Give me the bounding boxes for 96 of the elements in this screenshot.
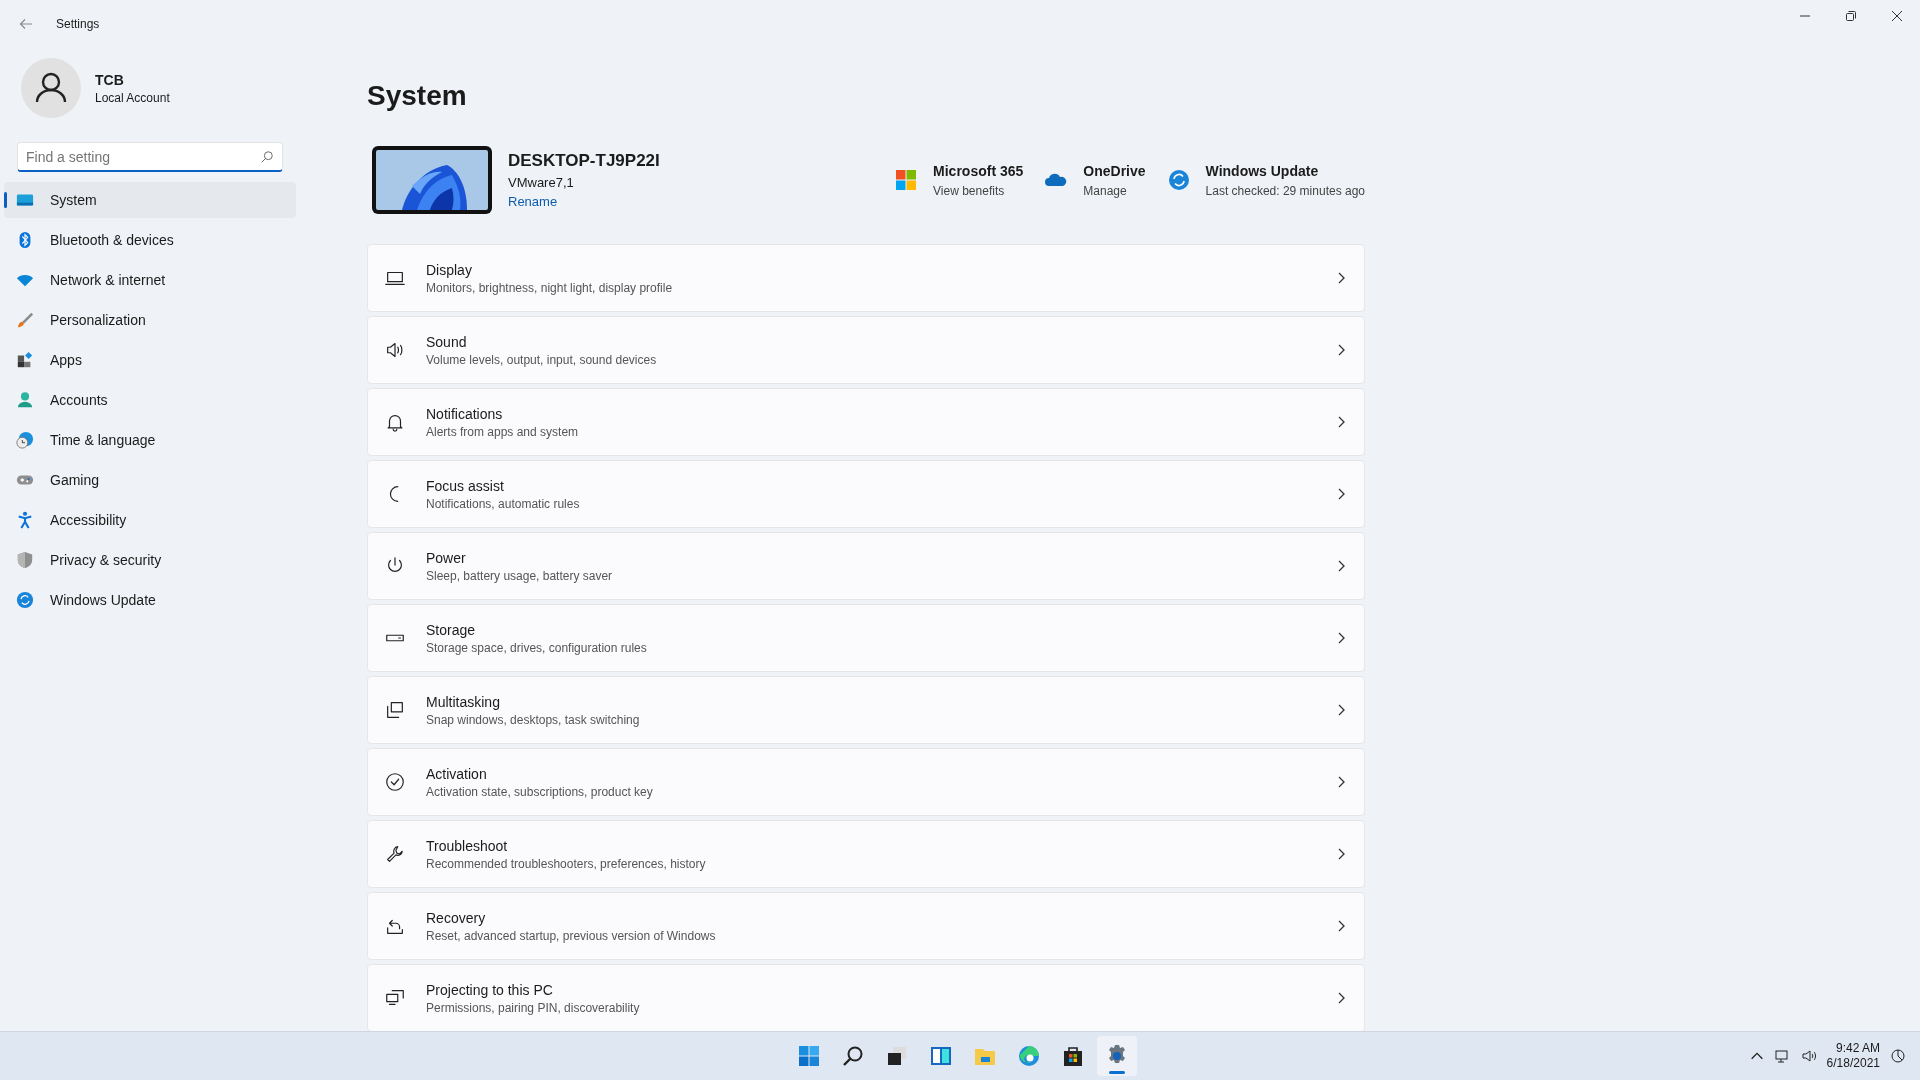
quick-link-subtitle: View benefits — [933, 183, 1006, 198]
notification-icon[interactable] — [1890, 1048, 1906, 1064]
task-view-icon — [885, 1044, 909, 1068]
settings-card[interactable]: Notifications Alerts from apps and system — [367, 388, 1365, 456]
setting-icon — [384, 843, 406, 865]
chevron-right-icon — [1336, 343, 1346, 357]
network-icon[interactable] — [1774, 1048, 1791, 1064]
sidebar-item[interactable]: Personalization — [4, 302, 296, 338]
settings-card[interactable]: Sound Volume levels, output, input, sound devices — [367, 316, 1365, 384]
setting-icon — [384, 699, 406, 721]
chevron-right-icon — [1336, 415, 1346, 429]
setting-title: Recovery — [426, 909, 487, 926]
setting-title: Storage — [426, 621, 477, 638]
chevron-right-icon — [1336, 703, 1346, 717]
settings-card[interactable]: Troubleshoot Recommended troubleshooters, preferences, history — [367, 820, 1365, 888]
chevron-right-icon — [1336, 271, 1346, 285]
setting-description: Storage space, drives, configuration rules — [426, 640, 648, 655]
quick-link-subtitle: Manage — [1083, 183, 1128, 198]
settings-card[interactable]: Focus assist Notifications, automatic rules — [367, 460, 1365, 528]
chevron-right-icon — [1336, 631, 1346, 645]
chevron-right-icon — [1336, 919, 1346, 933]
window-title: Settings — [56, 17, 100, 31]
rename-link[interactable]: Rename — [508, 193, 558, 209]
setting-description: Notifications, automatic rules — [426, 496, 581, 511]
sync-icon[interactable] — [1167, 169, 1190, 191]
sidebar-item[interactable]: Bluetooth & devices — [4, 222, 296, 258]
search-icon — [260, 150, 274, 164]
browser-icon — [1017, 1044, 1041, 1068]
chevron-right-icon — [1336, 847, 1346, 861]
account-name: TCB — [95, 71, 125, 88]
avatar-icon — [21, 58, 81, 118]
search-icon — [841, 1044, 865, 1068]
category-icon — [16, 351, 34, 369]
sidebar-item[interactable]: Windows Update — [4, 582, 296, 618]
settings-card[interactable]: Multitasking Snap windows, desktops, task switching — [367, 676, 1365, 744]
setting-description: Recommended troubleshooters, preferences, history — [426, 856, 707, 871]
quick-link-title[interactable]: OneDrive — [1083, 162, 1146, 179]
sidebar-item[interactable]: Time & language — [4, 422, 296, 458]
settings-card[interactable]: Projecting to this PC Permissions, pairing PIN, discoverability — [367, 964, 1365, 1032]
settings-card[interactable]: Display Monitors, brightness, night light, display profile — [367, 244, 1365, 312]
clock[interactable]: 9:42 AM 6/18/2021 — [1826, 1041, 1880, 1071]
account-type: Local Account — [95, 90, 170, 105]
volume-icon[interactable] — [1800, 1048, 1817, 1064]
sidebar-item[interactable]: Network & internet — [4, 262, 296, 298]
setting-icon — [384, 771, 406, 793]
setting-title: Projecting to this PC — [426, 981, 554, 998]
quick-link-title[interactable]: Microsoft 365 — [933, 162, 1024, 179]
setting-description: Permissions, pairing PIN, discoverability — [426, 1000, 641, 1015]
settings-card[interactable]: Power Sleep, battery usage, battery saver — [367, 532, 1365, 600]
setting-title: Power — [426, 549, 467, 566]
settings-card[interactable]: Activation Activation state, subscriptions, product key — [367, 748, 1365, 816]
store-bag-icon — [1061, 1044, 1085, 1068]
back-icon[interactable] — [18, 16, 34, 32]
sidebar-item[interactable]: System — [4, 182, 296, 218]
category-icon — [16, 391, 34, 409]
start-icon — [797, 1044, 821, 1068]
settings-card[interactable]: Storage Storage space, drives, configuration rules — [367, 604, 1365, 672]
chevron-right-icon — [1336, 991, 1346, 1005]
chevron-right-icon — [1336, 559, 1346, 573]
device-name: DESKTOP-TJ9P22I — [508, 150, 661, 171]
setting-title: Sound — [426, 333, 468, 350]
setting-title: Notifications — [426, 405, 504, 422]
category-icon — [16, 551, 34, 569]
setting-title: Multitasking — [426, 693, 501, 710]
sidebar-item[interactable]: Accounts — [4, 382, 296, 418]
category-icon — [16, 311, 34, 329]
setting-description: Activation state, subscriptions, product key — [426, 784, 654, 799]
time-text: 9:42 AM — [1835, 1041, 1880, 1056]
setting-description: Snap windows, desktops, task switching — [426, 712, 641, 727]
chevron-right-icon — [1336, 487, 1346, 501]
setting-description: Monitors, brightness, night light, display profile — [426, 280, 674, 295]
search-field[interactable]: Find a setting — [17, 142, 283, 172]
category-icon — [16, 511, 34, 529]
category-icon — [16, 591, 34, 609]
setting-description: Volume levels, output, input, sound devices — [426, 352, 658, 367]
page-title: System — [367, 79, 468, 113]
setting-description: Sleep, battery usage, battery saver — [426, 568, 614, 583]
setting-description: Alerts from apps and system — [426, 424, 580, 439]
sidebar-item[interactable]: Apps — [4, 342, 296, 378]
quick-link-title[interactable]: Windows Update — [1205, 162, 1365, 179]
sidebar-item[interactable]: Privacy & security — [4, 542, 296, 578]
quick-link-subtitle: Last checked: 29 minutes ago — [1205, 183, 1365, 198]
settings-card[interactable]: Recovery Reset, advanced startup, previous version of Windows — [367, 892, 1365, 960]
setting-title: Activation — [426, 765, 488, 782]
chevron-right-icon — [1336, 775, 1346, 789]
sidebar-item[interactable]: Accessibility — [4, 502, 296, 538]
sidebar-item[interactable]: Gaming — [4, 462, 296, 498]
widgets-icon — [929, 1044, 953, 1068]
setting-description: Reset, advanced startup, previous version of Windows — [426, 928, 717, 943]
category-icon — [16, 431, 34, 449]
date-text: 6/18/2021 — [1826, 1056, 1880, 1071]
setting-title: Troubleshoot — [426, 837, 509, 854]
device-model: VMware7,1 — [508, 174, 575, 190]
setting-title: Focus assist — [426, 477, 505, 494]
tiles-logo-icon[interactable] — [895, 169, 918, 191]
setting-title: Display — [426, 261, 473, 278]
